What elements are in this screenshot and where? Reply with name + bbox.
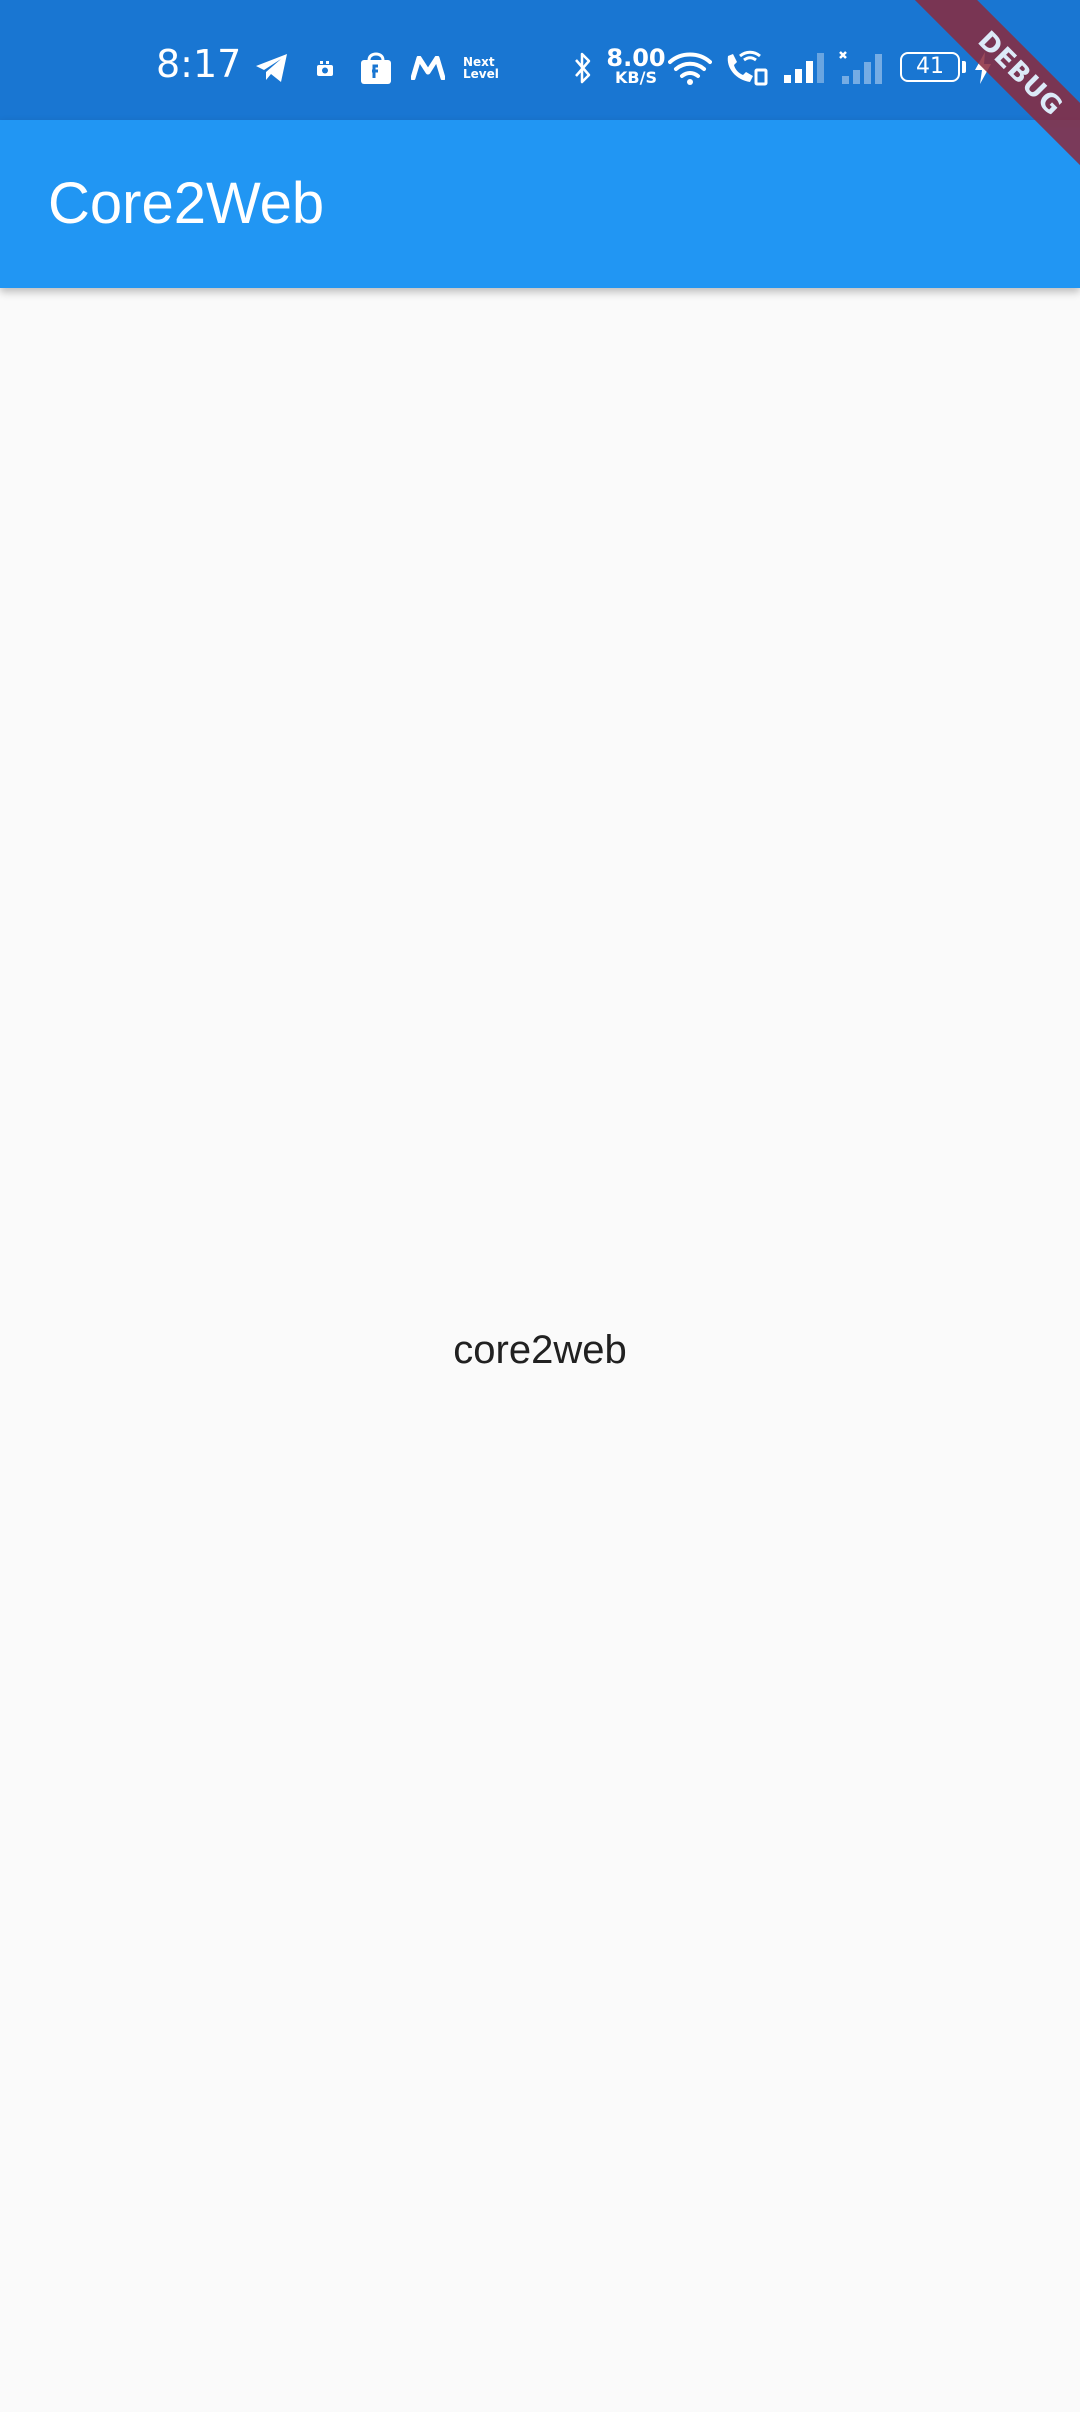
app-screen: 8:17 Next Level 8.00 KB/S 41 Core2Web co… — [0, 0, 1080, 2412]
signal-icon — [782, 48, 826, 88]
app-title: Core2Web — [48, 171, 325, 236]
telegram-icon — [254, 48, 290, 88]
next-level-label: Next Level — [463, 55, 499, 81]
network-speed-value: 8.00 — [606, 44, 666, 72]
body-center-text: core2web — [453, 1328, 627, 1372]
bluetooth-icon — [572, 48, 594, 88]
app-bar: Core2Web — [0, 120, 1080, 288]
myntra-icon — [410, 48, 446, 88]
network-speed-unit: KB/S — [615, 68, 657, 87]
camera-recorder-icon — [316, 48, 334, 88]
battery-tip — [962, 61, 966, 73]
network-speed: 8.00 KB/S — [606, 46, 666, 86]
wifi-icon — [668, 48, 712, 88]
status-bar: 8:17 Next Level 8.00 KB/S 41 — [0, 0, 1080, 120]
battery-indicator: 41 — [900, 52, 960, 82]
shopping-bag-icon — [358, 48, 394, 88]
battery-level: 41 — [916, 54, 944, 79]
status-time: 8:17 — [156, 42, 242, 86]
wifi-calling-icon — [722, 48, 768, 88]
no-signal-icon — [838, 48, 886, 88]
